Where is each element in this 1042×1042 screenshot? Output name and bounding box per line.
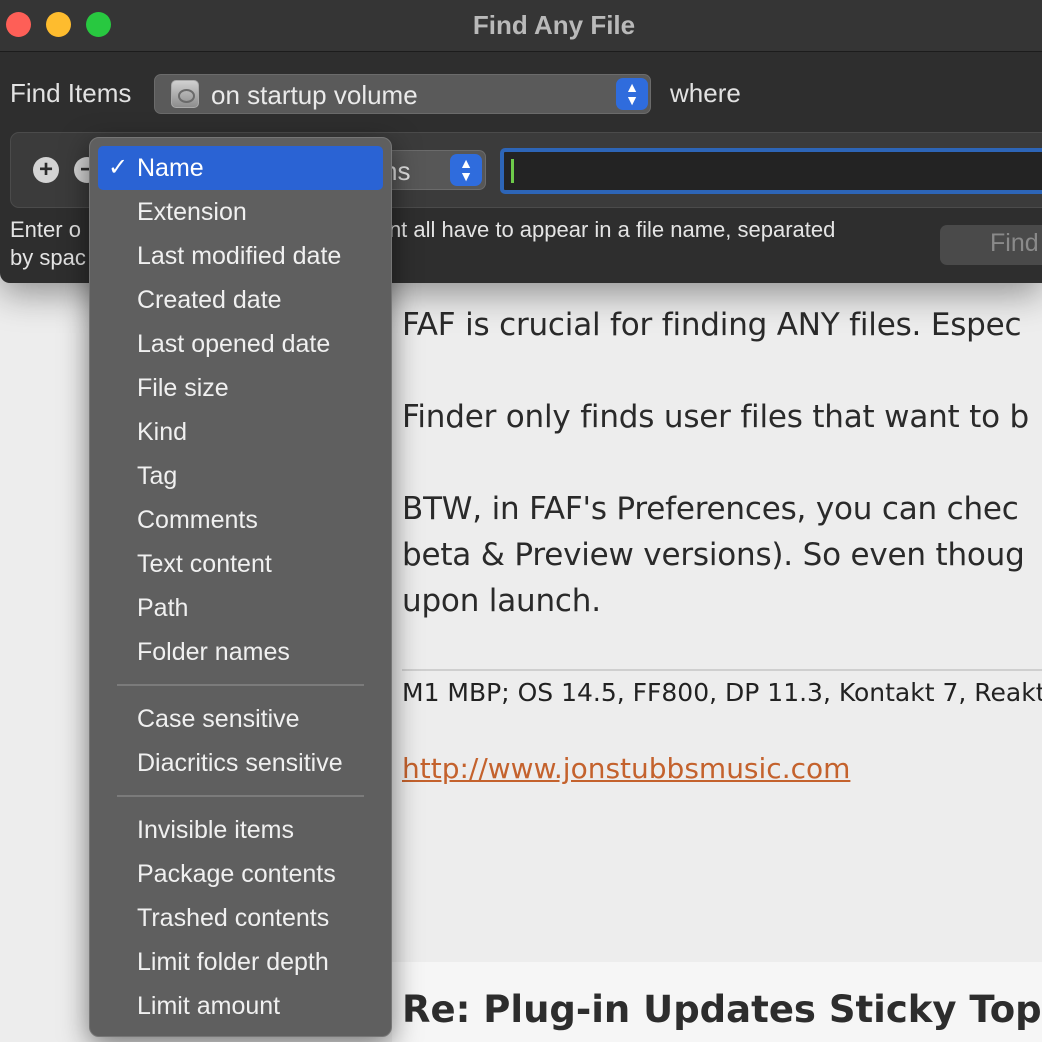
menu-item-label: Invisible items (137, 816, 294, 844)
menu-item-label: Case sensitive (137, 705, 300, 733)
menu-item-label: Comments (137, 506, 258, 534)
post-paragraph-1: FAF is crucial for finding ANY files. Es… (402, 307, 1022, 343)
menu-item-tag[interactable]: Tag (98, 454, 383, 498)
menu-item-label: Text content (137, 550, 272, 578)
chevron-up-down-icon: ▲ ▼ (450, 154, 482, 186)
menu-item-package-contents[interactable]: Package contents (98, 852, 383, 896)
menu-item-path[interactable]: Path (98, 586, 383, 630)
find-items-label: Find Items (10, 78, 132, 108)
title-bar: Find Any File (0, 0, 1042, 52)
menu-item-label: Kind (137, 418, 188, 446)
menu-item-diacritics-sensitive[interactable]: Diacritics sensitive (98, 741, 383, 785)
volume-popup-value: on startup volume (211, 80, 418, 110)
menu-item-label: Limit folder depth (137, 948, 329, 976)
menu-item-extension[interactable]: Extension (98, 190, 383, 234)
menu-item-label: Package contents (137, 860, 336, 888)
menu-item-text-content[interactable]: Text content (98, 542, 383, 586)
attribute-menu: ✓ Name Extension Last modified date Created … (89, 137, 392, 1037)
post-paragraph-3-line-2: beta & Preview versions). So even thoug (402, 537, 1025, 573)
post-signature: M1 MBP; OS 14.5, FF800, DP 11.3, Kontakt… (402, 678, 1042, 707)
helper-text-line2: by spac (10, 245, 86, 270)
menu-item-limit-folder-depth[interactable]: Limit folder depth (98, 940, 383, 984)
menu-item-created-date[interactable]: Created date (98, 278, 383, 322)
menu-item-label: File size (137, 374, 229, 402)
text-caret (511, 159, 514, 183)
hard-disk-icon (171, 80, 199, 108)
menu-item-label: Diacritics sensitive (137, 749, 343, 777)
menu-item-case-sensitive[interactable]: Case sensitive (98, 697, 383, 741)
menu-item-name[interactable]: ✓ Name (98, 146, 383, 190)
menu-item-label: Folder names (137, 638, 290, 666)
post-paragraph-3-line-3: upon launch. (402, 583, 601, 619)
search-input[interactable] (500, 148, 1042, 194)
menu-item-file-size[interactable]: File size (98, 366, 383, 410)
menu-separator (117, 684, 364, 686)
post-paragraph-2: Finder only finds user files that want t… (402, 399, 1030, 435)
post-paragraph-3-line-1: BTW, in FAF's Preferences, you can chec (402, 491, 1019, 527)
helper-text-left: Enter o (10, 217, 81, 242)
menu-item-label: Name (137, 154, 204, 182)
signature-link[interactable]: http://www.jonstubbsmusic.com (402, 752, 850, 785)
signature-divider (402, 669, 1042, 671)
checkmark-icon: ✓ (108, 154, 129, 181)
chevron-up-down-icon: ▲ ▼ (616, 78, 648, 110)
menu-item-label: Trashed contents (137, 904, 330, 932)
helper-text-right: nt all have to appear in a file name, se… (388, 217, 836, 242)
menu-separator (117, 795, 364, 797)
window-title: Find Any File (472, 10, 636, 40)
menu-item-last-modified-date[interactable]: Last modified date (98, 234, 383, 278)
menu-item-comments[interactable]: Comments (98, 498, 383, 542)
menu-item-kind[interactable]: Kind (98, 410, 383, 454)
where-label: where (670, 78, 741, 108)
menu-item-invisible-items[interactable]: Invisible items (98, 808, 383, 852)
menu-item-limit-amount[interactable]: Limit amount (98, 984, 383, 1028)
menu-item-label: Path (137, 594, 189, 622)
menu-item-label: Created date (137, 286, 282, 314)
next-post-title[interactable]: Re: Plug-in Updates Sticky Topic (402, 988, 1042, 1031)
post-paragraph-3: BTW, in FAF's Preferences, you can chec … (402, 486, 1025, 624)
menu-item-label: Extension (137, 198, 247, 226)
find-button[interactable]: Find (940, 225, 1042, 265)
add-criterion-button[interactable]: + (33, 157, 59, 183)
menu-item-folder-names[interactable]: Folder names (98, 630, 383, 674)
menu-item-trashed-contents[interactable]: Trashed contents (98, 896, 383, 940)
menu-item-label: Last opened date (137, 330, 331, 358)
volume-popup[interactable]: on startup volume ▲ ▼ (154, 74, 651, 114)
menu-item-label: Last modified date (137, 242, 342, 270)
menu-item-label: Limit amount (137, 992, 281, 1020)
menu-item-last-opened-date[interactable]: Last opened date (98, 322, 383, 366)
menu-item-label: Tag (137, 462, 178, 490)
